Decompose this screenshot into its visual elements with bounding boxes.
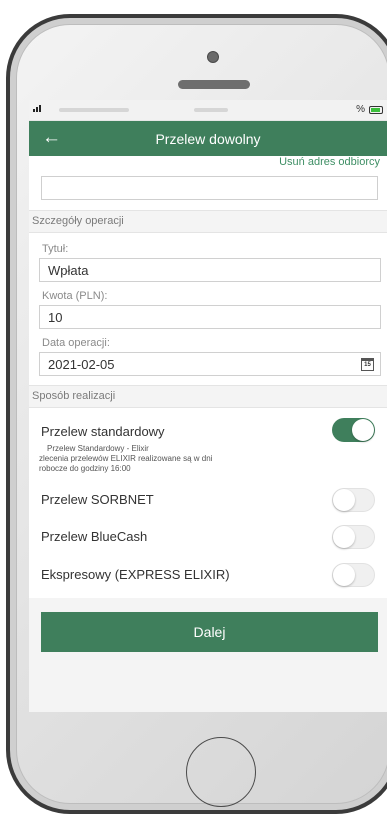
option-express-elixir: Ekspresowy (EXPRESS ELIXIR) (29, 556, 387, 594)
remove-recipient-address-link[interactable]: Usuń adres odbiorcy (29, 156, 387, 170)
title-label: Tytuł: (42, 243, 69, 255)
camera-icon (207, 51, 219, 63)
amount-input[interactable]: 10 (39, 305, 381, 329)
arrow-left-icon[interactable]: ← (42, 127, 61, 149)
option-standard: Przelew standardowy Przelew Standardowy … (29, 418, 387, 482)
status-bar: % (29, 100, 387, 121)
home-button[interactable] (186, 737, 256, 807)
form-content: Usuń adres odbiorcy Szczegóły operacji T… (29, 156, 387, 652)
operation-details-heading: Szczegóły operacji (29, 210, 387, 233)
phone-screen: % ← Przelew dowolny Usuń adres odbiorcy … (29, 100, 387, 712)
realization-method-heading: Sposób realizacji (29, 385, 387, 408)
date-label: Data operacji: (42, 337, 110, 349)
express-elixir-toggle[interactable] (332, 563, 375, 587)
calendar-icon[interactable]: 15 (361, 358, 374, 371)
title-value: Wpłata (48, 263, 89, 278)
recipient-address-field[interactable] (41, 176, 378, 200)
signal-icon (33, 105, 41, 112)
page-title: Przelew dowolny (155, 130, 261, 147)
standard-transfer-toggle[interactable] (332, 418, 375, 442)
option-standard-desc-3: robocze do godziny 16:00 (39, 464, 131, 473)
option-sorbnet: Przelew SORBNET (29, 482, 387, 518)
app-header: ← Przelew dowolny (29, 121, 387, 156)
sorbnet-toggle[interactable] (332, 488, 375, 512)
option-standard-desc-2: zlecenia przelewów ELIXIR realizowane są… (39, 454, 213, 463)
date-input[interactable]: 2021-02-05 15 (39, 352, 381, 376)
title-input[interactable]: Wpłata (39, 258, 381, 282)
battery-icon (369, 106, 383, 114)
bluecash-toggle[interactable] (332, 525, 375, 549)
option-standard-desc-1: Przelew Standardowy - Elixir (47, 444, 149, 453)
battery-percent: % (356, 104, 365, 115)
amount-value: 10 (48, 310, 63, 325)
carrier-name (59, 108, 129, 112)
status-time (194, 108, 228, 112)
speaker-grille (178, 80, 250, 89)
amount-label: Kwota (PLN): (42, 290, 108, 302)
option-bluecash: Przelew BlueCash (29, 518, 387, 556)
date-value: 2021-02-05 (48, 357, 115, 372)
next-button[interactable]: Dalej (41, 612, 378, 652)
